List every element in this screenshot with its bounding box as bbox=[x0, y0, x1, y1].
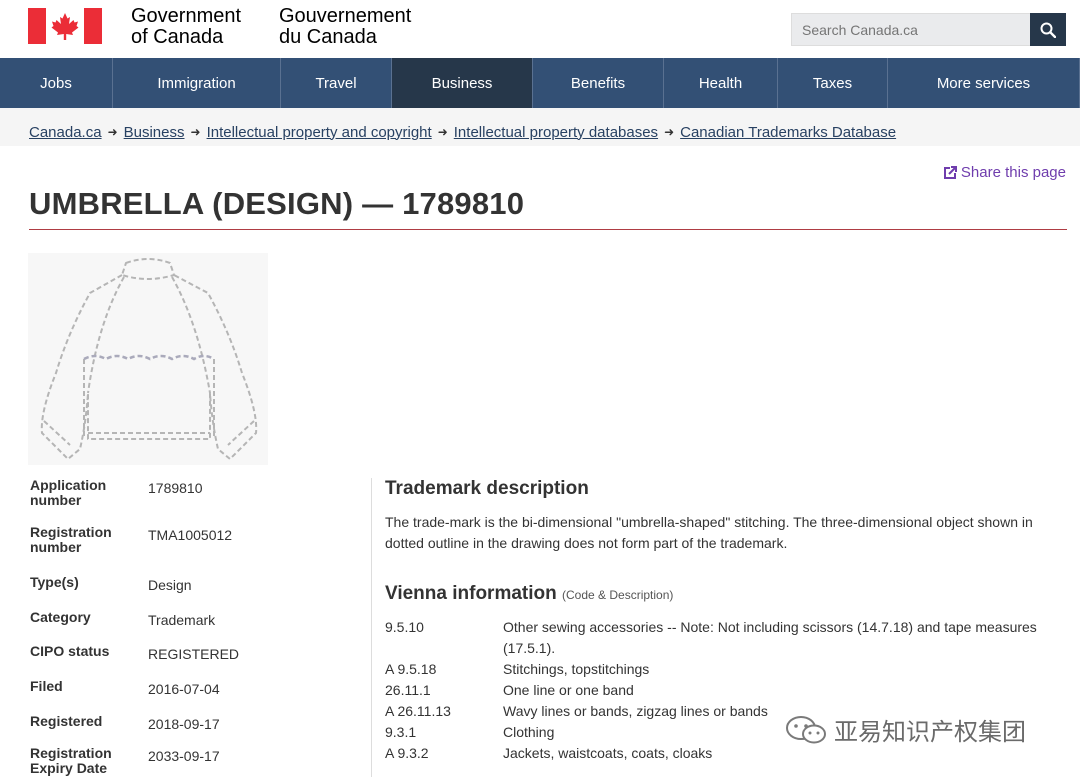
detail-label: Registered bbox=[30, 713, 103, 729]
nav-item-business[interactable]: Business bbox=[392, 58, 533, 108]
detail-value: TMA1005012 bbox=[148, 527, 233, 543]
detail-value: 1789810 bbox=[148, 480, 203, 496]
gouvernement-du-canada-wordmark[interactable]: Gouvernement du Canada bbox=[279, 6, 411, 48]
breadcrumb-link[interactable]: Intellectual property databases bbox=[454, 124, 658, 141]
vienna-code: A 9.3.2 bbox=[385, 745, 429, 761]
share-this-page-link[interactable]: Share this page bbox=[943, 164, 1066, 181]
search-button[interactable] bbox=[1030, 13, 1066, 46]
vienna-description: Stitchings, topstitchings bbox=[503, 661, 650, 677]
detail-value: 2016-07-04 bbox=[148, 681, 220, 697]
detail-value: Design bbox=[148, 577, 192, 593]
vienna-description: Other sewing accessories -- Note: Not in… bbox=[503, 619, 1037, 656]
detail-label: Type(s) bbox=[30, 574, 79, 590]
detail-label: Filed bbox=[30, 678, 63, 694]
breadcrumb-link[interactable]: Canadian Trademarks Database bbox=[680, 124, 896, 141]
trademark-description-heading: Trademark description bbox=[385, 478, 589, 499]
vienna-row: A 9.5.18 Stitchings, topstitchings bbox=[385, 659, 1065, 680]
vienna-code: A 26.11.13 bbox=[385, 703, 451, 719]
breadcrumb-arrow-icon: ➜ bbox=[107, 125, 118, 139]
detail-value: REGISTERED bbox=[148, 646, 240, 662]
watermark: 亚易知识产权集团 bbox=[784, 712, 1026, 747]
vienna-code: 9.5.10 bbox=[385, 619, 424, 635]
detail-value: Trademark bbox=[148, 612, 216, 628]
detail-value: 2018-09-17 bbox=[148, 716, 220, 732]
gov-en-line1: Government bbox=[131, 5, 242, 27]
canada-flag-icon[interactable] bbox=[28, 8, 102, 44]
breadcrumb-arrow-icon: ➜ bbox=[664, 125, 675, 139]
detail-value: 2033-09-17 bbox=[148, 748, 220, 764]
government-of-canada-wordmark[interactable]: Government of Canada bbox=[131, 6, 241, 48]
page-title: UMBRELLA (DESIGN) — 1789810 bbox=[29, 186, 525, 221]
nav-item-health[interactable]: Health bbox=[664, 58, 778, 108]
breadcrumb-arrow-icon: ➜ bbox=[190, 125, 201, 139]
vienna-description: One line or one band bbox=[503, 682, 634, 698]
vienna-information-heading: Vienna information (Code & Description) bbox=[385, 583, 673, 605]
nav-item-immigration[interactable]: Immigration bbox=[113, 58, 281, 108]
breadcrumb-link[interactable]: Canada.ca bbox=[29, 124, 102, 141]
watermark-text: 亚易知识产权集团 bbox=[834, 719, 1026, 746]
breadcrumb-arrow-icon: ➜ bbox=[437, 125, 448, 139]
vienna-row: 9.5.10 Other sewing accessories -- Note: … bbox=[385, 617, 1065, 659]
title-divider bbox=[29, 229, 1067, 230]
vienna-code: A 9.5.18 bbox=[385, 661, 437, 677]
vienna-heading-note: (Code & Description) bbox=[562, 588, 674, 602]
gov-fr-line1: Gouvernement bbox=[279, 5, 412, 27]
trademark-image bbox=[28, 253, 268, 465]
site-header: Government of Canada Gouvernement du Can… bbox=[0, 0, 1080, 58]
wechat-icon bbox=[786, 715, 826, 743]
nav-item-travel[interactable]: Travel bbox=[281, 58, 392, 108]
breadcrumb-link[interactable]: Business bbox=[124, 124, 185, 141]
nav-item-benefits[interactable]: Benefits bbox=[533, 58, 664, 108]
vienna-row: 26.11.1 One line or one band bbox=[385, 680, 1065, 701]
detail-label: CIPO status bbox=[30, 643, 110, 659]
share-label: Share this page bbox=[960, 164, 1066, 181]
search-input[interactable] bbox=[791, 13, 1031, 46]
detail-label: Registration number bbox=[30, 524, 112, 555]
trademark-description-text: The trade-mark is the bi-dimensional "um… bbox=[385, 514, 1033, 551]
nav-item-more-services[interactable]: More services bbox=[888, 58, 1080, 108]
gov-fr-line2: du Canada bbox=[279, 26, 377, 48]
search-icon bbox=[1040, 22, 1056, 38]
breadcrumb: Canada.ca ➜ Business ➜ Intellectual property… bbox=[0, 108, 1080, 146]
vienna-code: 26.11.1 bbox=[385, 682, 431, 698]
share-icon bbox=[943, 165, 957, 179]
breadcrumb-link[interactable]: Intellectual property and copyright bbox=[207, 124, 432, 141]
sweater-design-drawing bbox=[40, 258, 258, 460]
nav-item-jobs[interactable]: Jobs bbox=[0, 58, 113, 108]
gov-en-line2: of Canada bbox=[131, 26, 224, 48]
detail-label: Category bbox=[30, 609, 91, 625]
main-menu: Jobs Immigration Travel Business Benefits Hea… bbox=[0, 58, 1080, 108]
column-divider bbox=[371, 478, 372, 777]
vienna-heading-text: Vienna information bbox=[385, 583, 557, 604]
detail-label: Registration Expiry Date bbox=[30, 745, 112, 776]
vienna-code: 9.3.1 bbox=[385, 724, 417, 740]
detail-label: Application number bbox=[30, 477, 107, 508]
nav-item-taxes[interactable]: Taxes bbox=[778, 58, 888, 108]
